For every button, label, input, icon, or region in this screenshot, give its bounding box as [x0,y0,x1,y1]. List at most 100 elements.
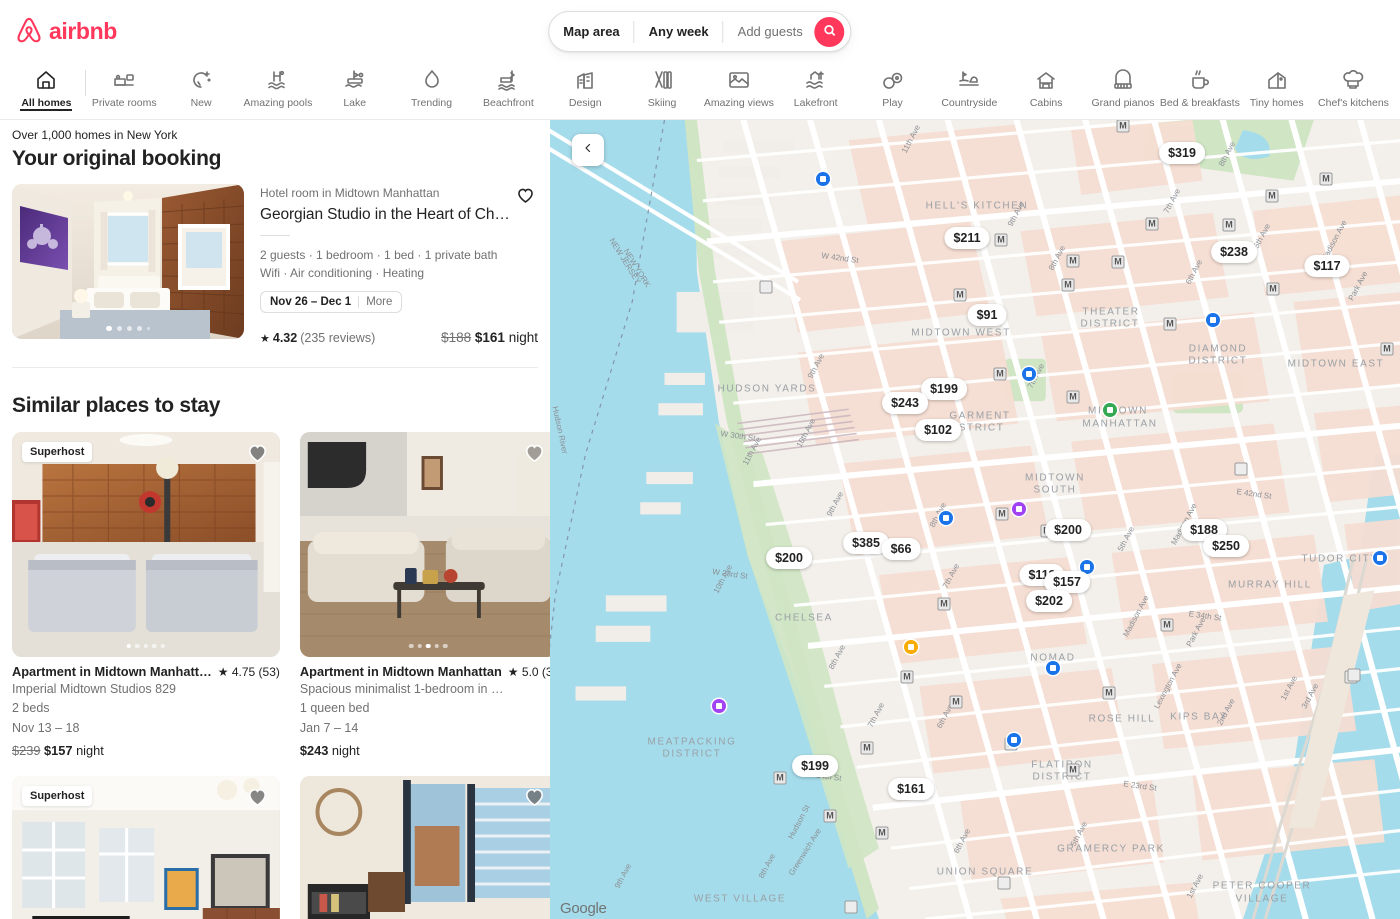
listing-card[interactable]: Superhost Apartment in Midtown Manhatt… … [12,432,280,758]
beach-icon [496,68,520,92]
carousel-dot[interactable] [442,643,448,649]
home-icon [34,68,58,92]
category-private-rooms[interactable]: Private rooms [86,62,163,110]
map-price-pin[interactable]: $66 [881,538,921,560]
dates-chip[interactable]: Nov 26 – Dec 1 More [260,290,403,313]
carousel-dot[interactable] [106,325,112,331]
category-label: Bed & breakfasts [1159,97,1240,109]
listing-rating: ★ 5.0 (3) [507,665,550,680]
category-label: Amazing pools [243,97,313,109]
bed-icon [112,68,136,92]
carousel-dot[interactable] [434,643,439,649]
original-booking-image[interactable] [12,184,244,339]
listing-image[interactable] [299,775,550,919]
map-back-button[interactable] [572,134,604,166]
carousel-dot[interactable] [408,643,414,649]
search-bar[interactable]: Map area Any week Add guests [548,11,852,52]
subway-station-icon: M [994,233,1008,247]
search-guests-segment[interactable]: Add guests [724,12,813,51]
map-price-pin[interactable]: $199 [792,755,838,777]
map-area-label: ROSE HILL [1088,713,1156,725]
more-link[interactable]: More [366,296,392,308]
carousel-dot[interactable] [425,643,431,649]
subway-station-icon: M [1380,342,1394,356]
map-price-pin[interactable]: $161 [888,778,934,800]
carousel-dot[interactable] [126,643,132,649]
map-price-pin[interactable]: $91 [967,304,1007,326]
listing-type: Hotel room in Midtown Manhattan [260,186,440,200]
original-booking-card[interactable]: Hotel room in Midtown Manhattan Georgian… [12,184,538,345]
map-price-pin[interactable]: $200 [766,547,812,569]
views-icon [727,68,751,92]
map-price-pin[interactable]: $250 [1203,535,1249,557]
cabin-icon [1034,68,1058,92]
airbnb-logo[interactable]: airbnb [14,15,117,47]
map-price-pin[interactable]: $202 [1026,590,1072,612]
carousel-dot[interactable] [160,643,166,649]
subway-station-icon: M [1066,390,1080,404]
tinyhome-icon [1265,68,1289,92]
heart-outline-icon[interactable] [515,184,536,210]
category-grand-pianos[interactable]: Grand pianos [1085,62,1162,110]
map-price-pin[interactable]: $200 [1045,519,1091,541]
listing-card[interactable]: Superhost [12,775,280,919]
listing-image[interactable] [299,432,550,658]
subway-station-icon: M [900,670,914,684]
map-price-pin[interactable]: $102 [915,419,961,441]
category-skiing[interactable]: Skiing [624,62,701,110]
heart-filled-icon[interactable] [523,785,546,813]
heart-filled-icon[interactable] [523,441,546,469]
category-new[interactable]: New [163,62,240,110]
rating-reviews: (235 reviews) [300,331,376,346]
category-amazing-views[interactable]: Amazing views [700,62,777,110]
carousel-dot[interactable] [146,326,150,330]
carousel-dot[interactable] [116,325,122,331]
category-countryside[interactable]: Countryside [931,62,1008,110]
image-carousel-dots[interactable] [106,325,150,331]
category-lake[interactable]: Lake [316,62,393,110]
map-price-pin[interactable]: $211 [944,227,990,249]
map-price-pin[interactable]: $117 [1304,255,1350,277]
category-cabins[interactable]: Cabins [1008,62,1085,110]
subway-station-icon: M [1111,255,1125,269]
listing-image[interactable]: Superhost [12,775,280,919]
category-amazing-pools[interactable]: Amazing pools [239,62,316,110]
carousel-dot[interactable] [417,643,422,649]
listing-title[interactable]: Georgian Studio in the Heart of Chel… [260,206,510,224]
carousel-dot[interactable] [126,325,132,331]
category-design[interactable]: Design [547,62,624,110]
airbnb-logo-icon [14,15,44,47]
carousel-dot[interactable] [152,643,157,649]
carousel-dot[interactable] [136,325,142,331]
category-tiny-homes[interactable]: Tiny homes [1238,62,1315,110]
image-carousel-dots[interactable] [126,643,166,649]
category-chef-s-kitchens[interactable]: Chef's kitchens [1315,62,1392,110]
category-trending[interactable]: Trending [393,62,470,110]
heart-filled-icon[interactable] [246,441,269,469]
listing-title: Apartment in Midtown Manhatt… [12,664,212,680]
carousel-dot[interactable] [143,643,149,649]
category-all-homes[interactable]: All homes [8,62,85,110]
heart-filled-icon[interactable] [246,785,269,813]
search-location-segment[interactable]: Map area [549,12,633,51]
search-submit-button[interactable] [814,16,845,47]
map-price-pin[interactable]: $238 [1211,241,1257,263]
category-beachfront[interactable]: Beachfront [470,62,547,110]
map-panel[interactable]: HELL'S KITCHEN MIDTOWN WEST HUDSON YARDS TH… [550,120,1400,919]
image-carousel-dots[interactable] [408,643,448,649]
section-divider [12,367,538,369]
search-dates-segment[interactable]: Any week [635,12,723,51]
listing-image[interactable]: Superhost [12,432,280,658]
map-price-pin[interactable]: $199 [921,378,967,400]
map-price-pin[interactable]: $319 [1159,142,1205,164]
listing-card[interactable]: Apartment in Midtown Manhattan ★ 5.0 (3)… [299,432,550,758]
carousel-dot[interactable] [135,643,140,649]
category-bed-breakfasts[interactable]: Bed & breakfasts [1159,62,1240,110]
map-poi-icon [712,699,726,713]
listing-title-row: Apartment in Midtown Manhattan ★ 5.0 (3) [300,664,550,679]
category-play[interactable]: Play [854,62,931,110]
map-price-pin[interactable]: $243 [882,392,928,414]
listing-price: $239 $157 night [12,743,280,758]
listing-card[interactable] [299,775,550,919]
category-lakefront[interactable]: Lakefront [777,62,854,110]
